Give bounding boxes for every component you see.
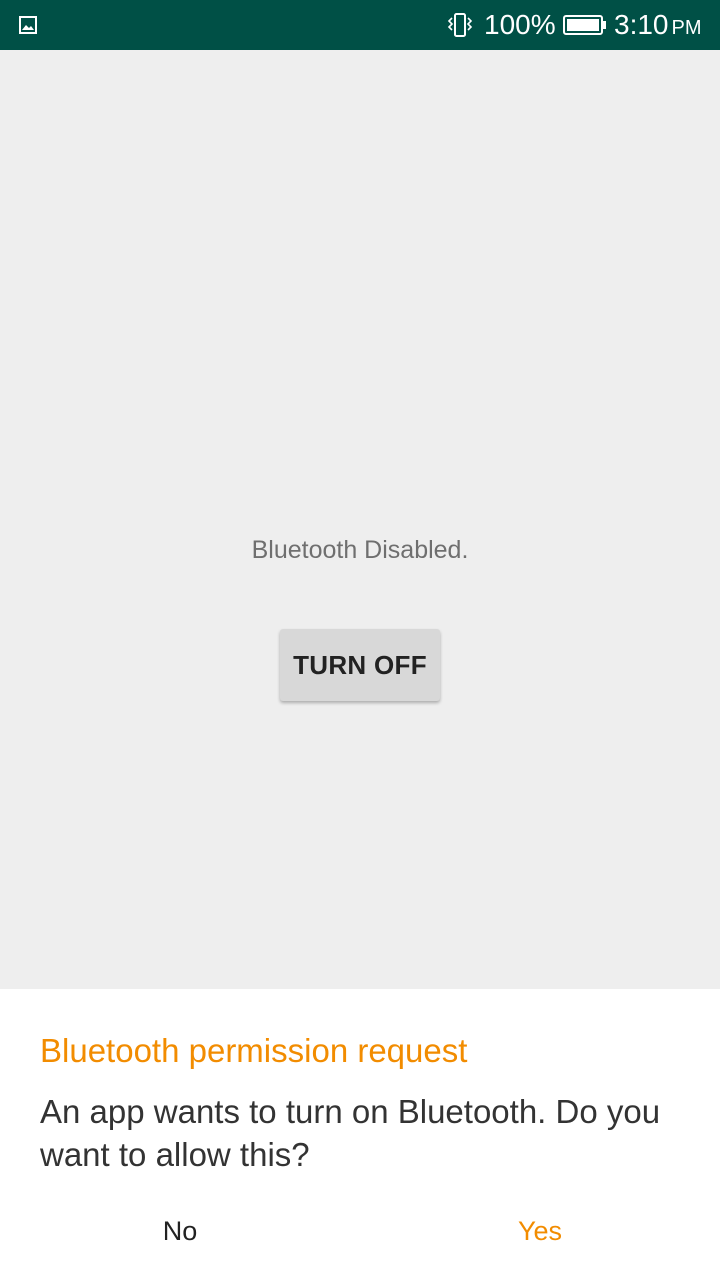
clock: 3:10 PM (614, 9, 702, 44)
dialog-title: Bluetooth permission request (40, 1032, 468, 1069)
turn-off-button[interactable]: TURN OFF (280, 629, 440, 701)
app-content: Bluetooth Disabled. TURN OFF (0, 50, 720, 989)
vibrate-icon (447, 13, 473, 37)
no-button[interactable]: No (0, 1203, 360, 1259)
battery-percent: 100% (484, 9, 556, 40)
dialog-message: An app wants to turn on Bluetooth. Do yo… (40, 1093, 661, 1173)
yes-button[interactable]: Yes (360, 1203, 720, 1259)
bluetooth-status-text: Bluetooth Disabled. (251, 536, 469, 564)
battery-full-icon (563, 15, 606, 35)
image-notification-icon (19, 16, 37, 34)
clock-time: 3:10 (614, 9, 669, 40)
clock-ampm: PM (671, 17, 702, 39)
bluetooth-permission-dialog: Bluetooth permission request An app want… (0, 989, 720, 1280)
status-bar: 100% 3:10 PM (0, 0, 720, 50)
